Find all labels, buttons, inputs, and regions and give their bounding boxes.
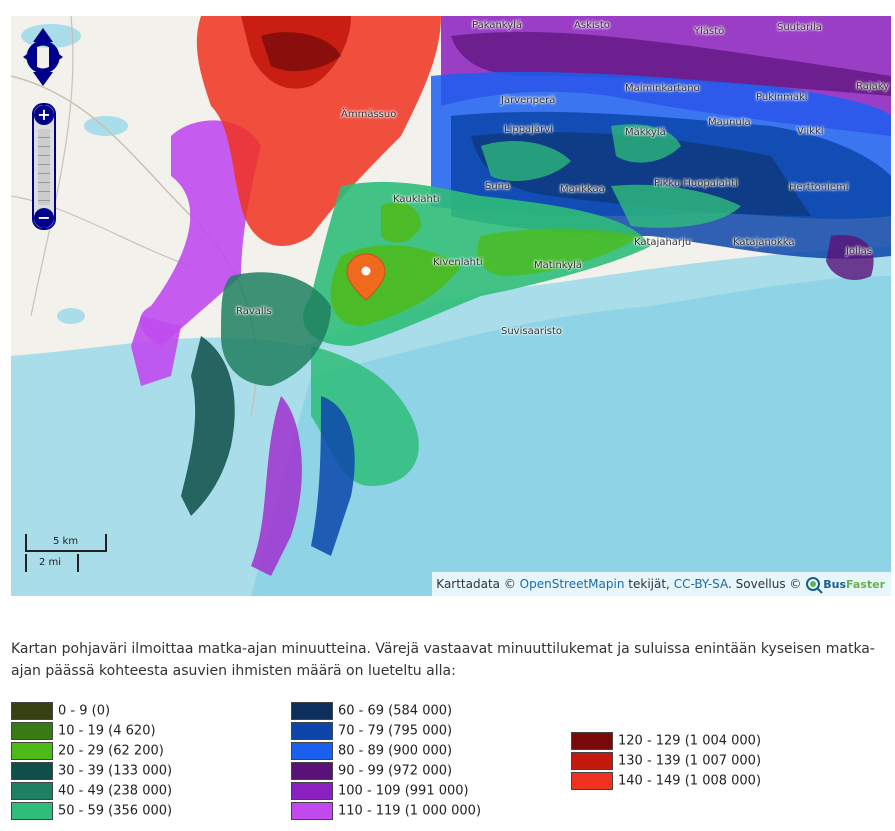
legend-item: 60 - 69 (584 000) [291,702,452,720]
legend-swatch [571,772,613,790]
lake [57,308,85,324]
place-herttoniemi: Herttoniemi [789,182,849,193]
legend-item: 140 - 149 (1 008 000) [571,772,761,790]
legend-item: 10 - 19 (4 620) [11,722,156,740]
place-pikkuhuopalahti: Pikku Huopalahti [654,178,738,189]
place-maunula: Maunula [708,117,751,128]
legend-swatch [571,732,613,750]
legend-swatch [11,762,53,780]
legend-item: 90 - 99 (972 000) [291,762,452,780]
place-matinkyla: Matinkylä [534,260,583,271]
osm-link[interactable]: OpenStreetMapin [520,577,625,591]
lake [84,116,128,136]
zoom-out-button[interactable]: − [34,208,54,228]
place-katajanokka: Katajanokka [733,237,795,248]
legend-swatch [11,722,53,740]
map-attribution: Karttadata © OpenStreetMapin tekijät, CC… [432,572,891,596]
zoom-control[interactable]: + − [32,103,56,230]
place-kivenlahti: Kivenlahti [433,257,483,268]
place-suutarila: Suutarila [777,22,822,33]
place-ravalls: Ravalls [236,306,272,317]
legend-item: 120 - 129 (1 004 000) [571,732,761,750]
legend-swatch [291,762,333,780]
place-rajakyla: Rajaky [856,81,890,92]
pan-down-icon [33,72,53,86]
place-jarvenpera: Järvenperä [501,95,556,106]
place-suvisaaristo: Suvisaaristo [501,326,562,337]
scale-bar: 5 km 2 mi [25,534,115,578]
legend-swatch [11,742,53,760]
legend-item: 70 - 79 (795 000) [291,722,452,740]
legend-swatch [291,742,333,760]
place-pakankyla: Pakankylä [472,20,523,31]
pan-control[interactable] [21,26,65,88]
place-ylasto: Ylästö [694,26,725,37]
legend-item: 100 - 109 (991 000) [291,782,469,800]
cc-license-link[interactable]: CC-BY-SA [674,577,728,591]
place-malminkartano: Malminkartano [625,83,700,94]
legend-swatch [571,752,613,770]
zoom-slider[interactable] [38,129,50,205]
legend-item: 110 - 119 (1 000 000) [291,802,481,820]
place-jollas: Jollas [846,246,872,257]
place-ammassuo: Ämmässuo [341,109,397,120]
legend-item: 0 - 9 (0) [11,702,110,720]
legend-description: Kartan pohjaväri ilmoittaa matka-ajan mi… [11,641,875,679]
place-lippajarvi: Lippajärvi [504,124,553,135]
place-mankkaa: Mankkaa [560,184,605,195]
legend-swatch [291,722,333,740]
busfaster-logo-icon [806,576,823,594]
legend-swatch [291,802,333,820]
map-canvas[interactable] [11,16,891,596]
legend-item: 80 - 89 (900 000) [291,742,452,760]
legend-item: 20 - 29 (62 200) [11,742,164,760]
pan-up-icon [33,28,53,42]
place-makkyla: Mäkkylä [625,127,666,138]
isochrone-map[interactable]: Pakankylä Askisto Ylästö Suutarila Ämmäs… [11,16,891,596]
legend-item: 130 - 139 (1 007 000) [571,752,761,770]
place-askisto: Askisto [574,20,610,31]
legend-item: 30 - 39 (133 000) [11,762,172,780]
scale-km: 5 km [25,534,107,552]
place-katajaharju: Katajaharju [634,237,692,248]
busfaster-brand[interactable]: BusFaster [823,578,885,591]
legend-swatch [11,702,53,720]
scale-mi: 2 mi [25,554,79,572]
zoom-in-button[interactable]: + [34,105,54,125]
legend-swatch [11,802,53,820]
legend-swatch [291,782,333,800]
legend-swatch [11,782,53,800]
legend-item: 50 - 59 (356 000) [11,802,172,820]
legend-swatch [291,702,333,720]
place-viikki: Viikki [797,126,824,137]
place-pukinmaki: Pukinmäki [756,92,808,103]
place-suna: Suna [485,181,511,192]
place-kauklahti: Kauklahti [393,194,440,205]
legend-item: 40 - 49 (238 000) [11,782,172,800]
